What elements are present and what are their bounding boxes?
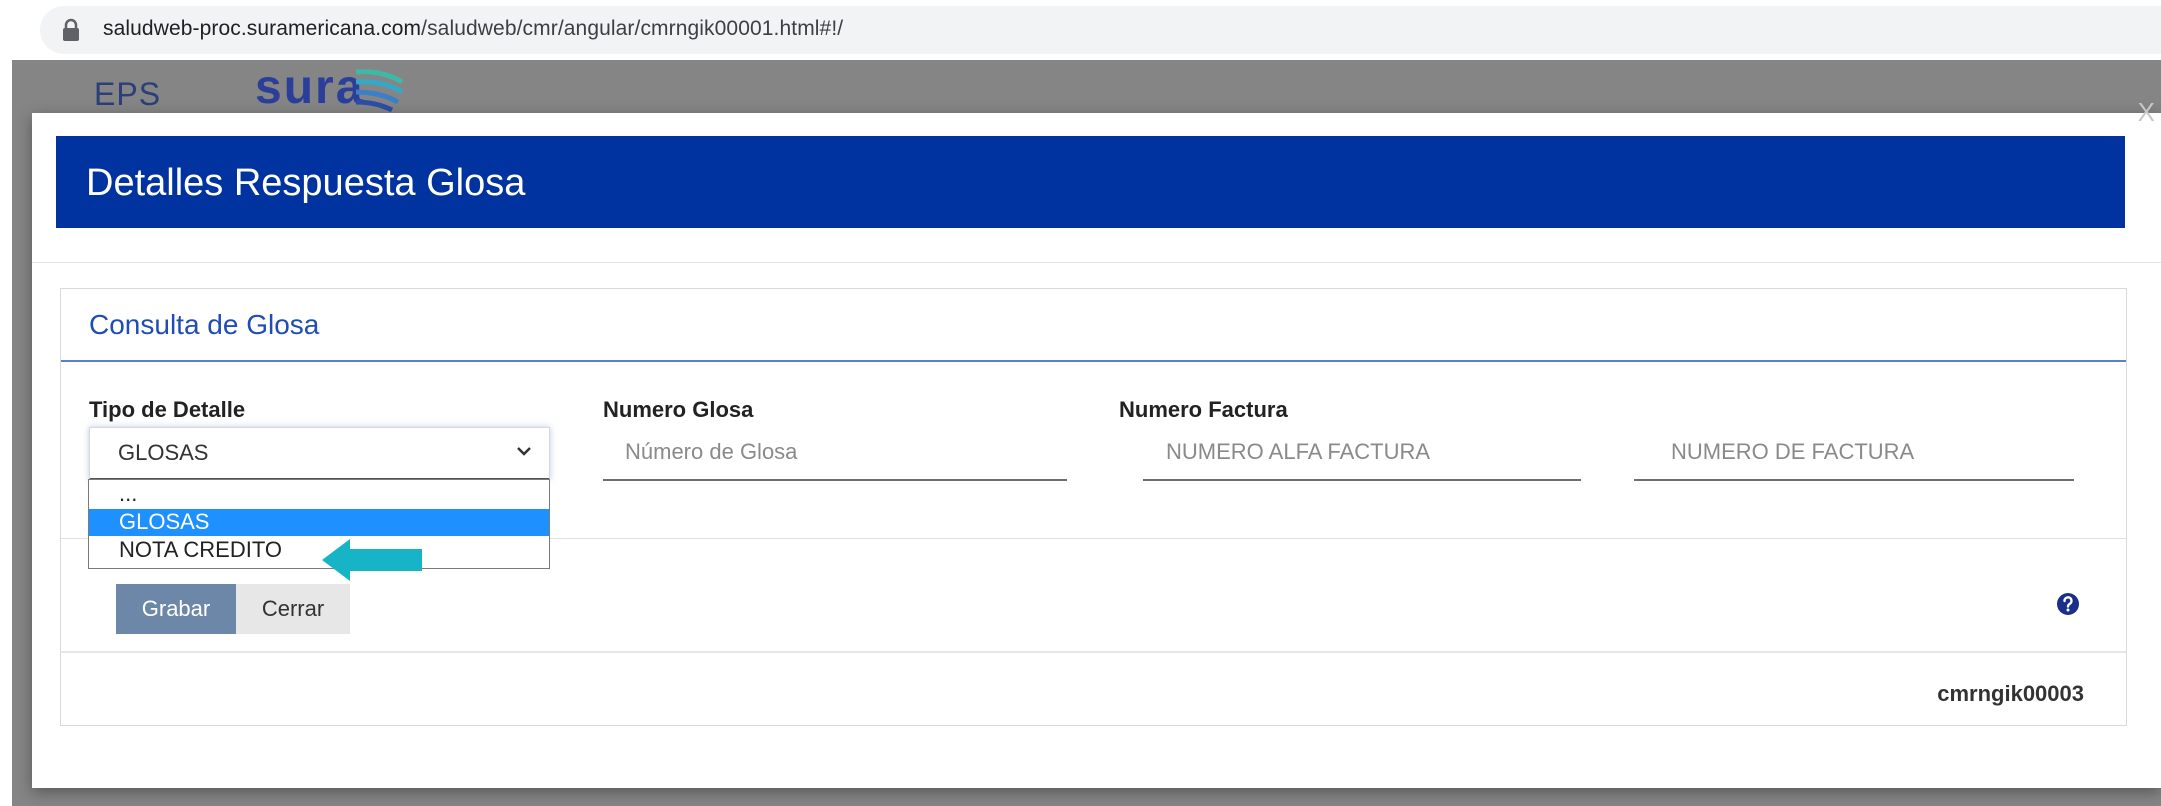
dropdown-option-glosas[interactable]: GLOSAS	[89, 509, 549, 536]
detalles-modal: Detalles Respuesta Glosa Consulta de Glo…	[32, 97, 2161, 788]
arrow-annotation-icon	[322, 539, 422, 581]
numero-glosa-input[interactable]: Número de Glosa	[625, 439, 797, 465]
tipo-detalle-label: Tipo de Detalle	[89, 397, 246, 422]
panel-heading: Consulta de Glosa	[61, 289, 2126, 362]
dropdown-option-nota-credito[interactable]: NOTA CREDITO	[89, 537, 549, 564]
numero-alfa-factura-input[interactable]: NUMERO ALFA FACTURA	[1166, 439, 1430, 465]
url-path: /saludweb/cmr/angular/cmrngik00001.html#…	[421, 17, 844, 40]
panel-title: Consulta de Glosa	[89, 309, 320, 340]
numero-glosa-underline	[603, 479, 1067, 481]
numero-factura-underline	[1634, 479, 2074, 481]
close-icon[interactable]: X	[2138, 97, 2155, 127]
sura-logo-icon	[355, 69, 404, 112]
url-text[interactable]: saludweb-proc.suramericana.com/saludweb/…	[103, 17, 843, 41]
numero-glosa-label: Numero Glosa	[603, 397, 754, 422]
cerrar-button[interactable]: Cerrar	[236, 584, 350, 634]
tipo-detalle-value: GLOSAS	[118, 440, 209, 465]
alfa-factura-underline	[1143, 479, 1581, 481]
question-circle-icon[interactable]	[2056, 592, 2080, 616]
tipo-detalle-dropdown: ... GLOSAS NOTA CREDITO	[88, 479, 550, 569]
tipo-detalle-select[interactable]: GLOSAS	[89, 427, 550, 480]
modal-title: Detalles Respuesta Glosa	[86, 162, 526, 204]
url-host: saludweb-proc.suramericana.com	[103, 17, 422, 40]
numero-factura-input[interactable]: NUMERO DE FACTURA	[1671, 439, 1914, 465]
dropdown-option-empty[interactable]: ...	[89, 481, 549, 508]
modal-divider	[32, 262, 2161, 263]
numero-factura-label: Numero Factura	[1119, 397, 1288, 422]
grabar-button[interactable]: Grabar	[116, 584, 236, 634]
eps-label: EPS	[94, 76, 162, 112]
modal-header: Detalles Respuesta Glosa	[56, 136, 2125, 228]
browser-address-bar: saludweb-proc.suramericana.com/saludweb/…	[0, 0, 2161, 60]
chevron-down-icon	[517, 447, 531, 456]
form-code: cmrngik00003	[1937, 681, 2084, 706]
lock-icon	[63, 18, 79, 41]
sura-logo-text: sura	[255, 61, 365, 114]
consulta-panel: Consulta de Glosa Tipo de Detalle GLOSAS…	[60, 288, 2127, 726]
footer-separator	[61, 651, 2126, 653]
